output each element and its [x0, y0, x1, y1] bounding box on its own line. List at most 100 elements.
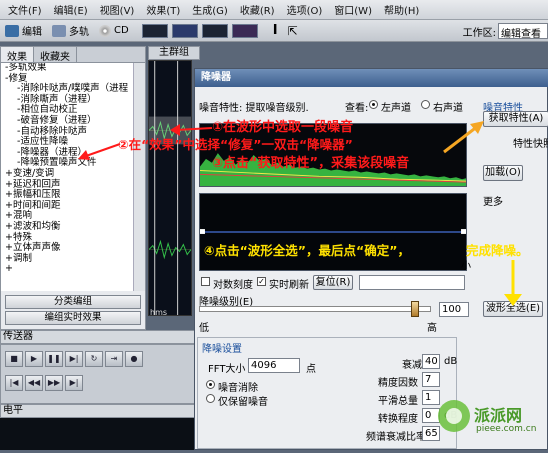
- waveform-view-icon[interactable]: [141, 23, 168, 38]
- slider-thumb[interactable]: [411, 301, 419, 317]
- tree-item-label: 相位自动校正: [20, 104, 78, 116]
- text-cursor-icon[interactable]: I: [268, 22, 283, 40]
- load-button[interactable]: 加载(O): [483, 165, 523, 181]
- edit-mode-button[interactable]: 编辑: [0, 22, 47, 40]
- tree-item-label: 调制: [12, 252, 32, 264]
- menu-item[interactable]: 文件(F): [2, 2, 48, 17]
- arrow-to-waveform-icon: [170, 124, 213, 136]
- pan-view-icon[interactable]: [201, 23, 228, 38]
- hybrid-tool-icon[interactable]: ⇱: [283, 22, 303, 40]
- expand-icon[interactable]: +: [5, 263, 13, 274]
- watermark-brand: 派派网: [474, 406, 523, 425]
- decay-label: 衰减: [402, 360, 422, 371]
- expand-icon[interactable]: +: [5, 179, 13, 190]
- remove-noise-radio[interactable]: [206, 380, 215, 389]
- menu-item[interactable]: 视图(V): [94, 2, 141, 17]
- tab-effects[interactable]: 效果: [1, 47, 34, 63]
- transport-title: 传送器: [0, 330, 200, 344]
- left-channel-radio[interactable]: [369, 100, 378, 109]
- annotation-step2: ②在“效果”中选择“修复”一双击“降噪器”: [118, 137, 353, 152]
- low-label: 低: [199, 323, 209, 334]
- expand-icon[interactable]: +: [5, 253, 13, 264]
- right-channel-radio[interactable]: [421, 100, 430, 109]
- spectral-view-icon[interactable]: [171, 23, 198, 38]
- cd-button[interactable]: CD: [94, 22, 134, 40]
- tab-favorites[interactable]: 收藏夹: [34, 47, 77, 63]
- fft-size-select[interactable]: 4096: [248, 358, 300, 373]
- right-channel-label: 右声道: [433, 103, 463, 114]
- tree-item-label: 修复: [8, 72, 28, 84]
- get-profile-button[interactable]: 获取特性(A): [483, 111, 548, 127]
- play-to-end-icon[interactable]: ▶|: [65, 351, 83, 367]
- menu-item[interactable]: 窗口(W): [328, 2, 378, 17]
- tree-scrollbar[interactable]: [133, 63, 145, 291]
- decay-input[interactable]: 40: [422, 354, 440, 369]
- loop-icon[interactable]: ↻: [85, 351, 103, 367]
- tree-item-label: 消除咔哒声/噗噗声（进程: [20, 83, 129, 95]
- workspace-select[interactable]: 编辑查看: [498, 23, 548, 39]
- menu-item[interactable]: 效果(T): [140, 2, 186, 17]
- noise-level-slider[interactable]: [199, 306, 431, 312]
- tree-item-label: 特殊: [12, 231, 32, 243]
- expand-icon[interactable]: +: [5, 210, 13, 222]
- snapshot-label: 特性快照: [513, 139, 548, 150]
- skip-silence-icon[interactable]: ⇥: [105, 351, 123, 367]
- go-start-icon[interactable]: |◀: [5, 375, 23, 391]
- multitrack-icon: [52, 24, 66, 37]
- realtime-effects-button[interactable]: 编组实时效果: [5, 311, 141, 325]
- menu-item[interactable]: 选项(O): [281, 2, 329, 17]
- level-meter-title: 电平: [0, 404, 200, 418]
- high-label: 高: [427, 323, 437, 334]
- left-channel-label: 左声道: [381, 103, 411, 114]
- expand-icon[interactable]: +: [5, 189, 13, 200]
- forward-icon[interactable]: ▶▶: [45, 375, 63, 391]
- fft-label: FFT大小: [208, 364, 246, 375]
- waveform-display[interactable]: [148, 60, 192, 316]
- time-unit-label: hms: [150, 308, 168, 317]
- pause-icon[interactable]: ❚❚: [45, 351, 63, 367]
- record-icon[interactable]: ●: [125, 351, 143, 367]
- watermark-url: pieee.com.cn: [476, 424, 537, 434]
- cd-label: CD: [114, 25, 129, 36]
- stop-icon[interactable]: ■: [5, 351, 23, 367]
- noise-profile-label: 噪音特性: 提取噪音级别.: [199, 103, 309, 114]
- expand-icon[interactable]: +: [5, 221, 13, 232]
- precision-input[interactable]: 7: [422, 372, 440, 387]
- phase-view-icon[interactable]: [231, 23, 258, 38]
- expand-icon[interactable]: +: [5, 168, 13, 179]
- effects-tree: -多轨效果 -修复 -消除咔哒声/噗噗声（进程 -消除嘶声（进程） -相位自动校正 -破音…: [1, 63, 133, 291]
- log-scale-checkbox[interactable]: [201, 277, 210, 286]
- precision-label: 精度因数: [378, 378, 418, 389]
- go-end-icon[interactable]: ▶|: [65, 375, 83, 391]
- edit-wave-icon: [5, 24, 19, 37]
- tab-main-group[interactable]: 主群组: [148, 46, 200, 60]
- menu-item[interactable]: 编辑(E): [48, 2, 94, 17]
- spectral-label: 频谱衰减比率: [366, 432, 426, 443]
- menu-item[interactable]: 生成(G): [186, 2, 234, 17]
- noise-reduction-curve[interactable]: [199, 193, 467, 271]
- keep-noise-radio[interactable]: [206, 394, 215, 403]
- noise-level-input[interactable]: 100: [439, 302, 469, 317]
- watermark-logo: 派派网 pieee.com.cn: [436, 388, 548, 450]
- menu-item[interactable]: 帮助(H): [378, 2, 425, 17]
- level-meter: [0, 418, 200, 450]
- group-button[interactable]: 分类编组: [5, 295, 141, 309]
- tree-item-label: 延迟和回声: [12, 178, 61, 190]
- multitrack-button[interactable]: 多轨: [47, 22, 94, 40]
- tree-item-label: 破音修复（进程）: [20, 114, 97, 126]
- tree-item[interactable]: +调制: [1, 252, 133, 265]
- reset-button[interactable]: 复位(R): [313, 275, 353, 290]
- expand-icon[interactable]: +: [5, 242, 13, 253]
- rewind-icon[interactable]: ◀◀: [25, 375, 43, 391]
- annotation-step4: ④点击“波形全选”，最后点“确定”，: [204, 243, 410, 258]
- arrow-to-get-profile-icon: [443, 121, 484, 154]
- tree-item-label: 立体声声像: [12, 242, 61, 254]
- expand-icon[interactable]: +: [5, 232, 13, 243]
- realtime-refresh-checkbox[interactable]: ✓: [257, 277, 266, 286]
- remove-noise-label: 噪音消除: [218, 383, 258, 394]
- menu-item[interactable]: 收藏(R): [234, 2, 281, 17]
- transport-panel: ■ ▶ ❚❚ ▶| ↻ ⇥ ● |◀ ◀◀ ▶▶ ▶|: [0, 344, 200, 404]
- tree-item[interactable]: +: [1, 263, 133, 275]
- play-icon[interactable]: ▶: [25, 351, 43, 367]
- tree-item-label: 滤波和均衡: [12, 220, 61, 232]
